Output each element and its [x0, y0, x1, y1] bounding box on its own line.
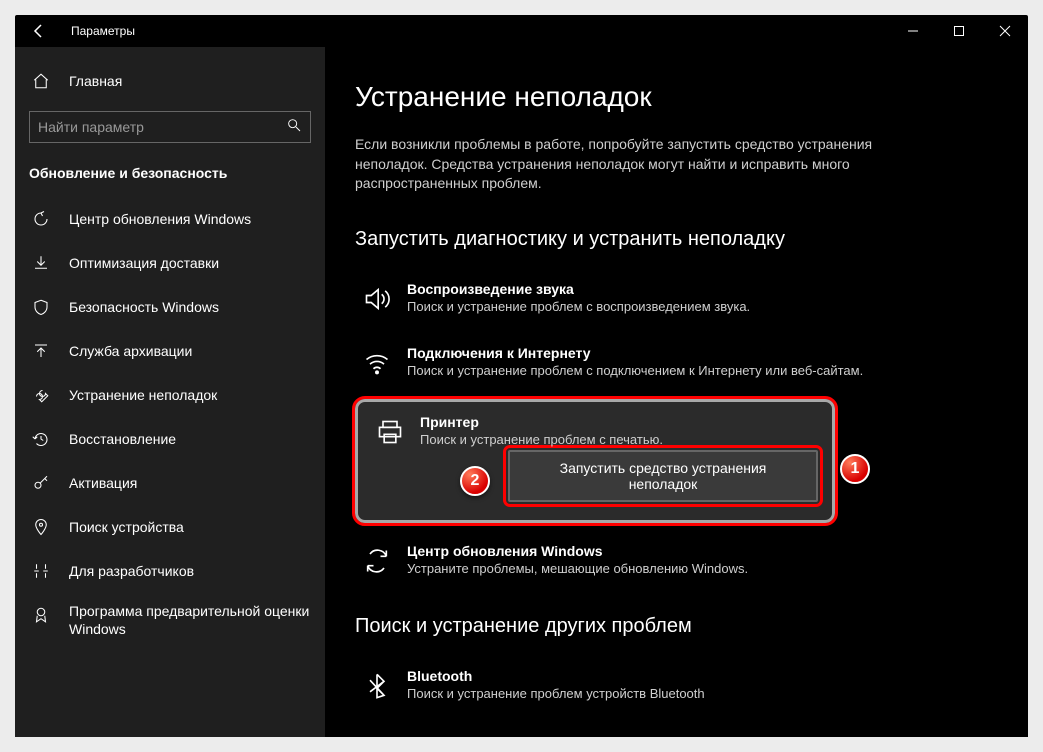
trouble-item-windows-update[interactable]: Центр обновления Windows Устраните пробл…	[355, 533, 998, 589]
trouble-item-bluetooth[interactable]: Bluetooth Поиск и устранение проблем уст…	[355, 658, 998, 714]
sidebar-item-label: Программа предварительной оценки Windows	[69, 603, 311, 638]
trouble-item-title: Принтер	[420, 414, 663, 430]
history-icon	[29, 427, 53, 451]
wifi-icon	[359, 345, 395, 381]
sidebar-item-label: Безопасность Windows	[69, 299, 219, 315]
back-button[interactable]	[29, 21, 49, 41]
tools-icon	[29, 559, 53, 583]
search-input[interactable]	[38, 119, 286, 135]
minimize-button[interactable]	[890, 15, 936, 47]
trouble-item-audio[interactable]: Воспроизведение звука Поиск и устранение…	[355, 271, 998, 327]
trouble-item-desc: Поиск и устранение проблем с подключение…	[407, 363, 863, 378]
sidebar-item-label: Служба архивации	[69, 343, 192, 359]
trouble-item-desc: Поиск и устранение проблем с печатью.	[420, 432, 663, 447]
sidebar-item-recovery[interactable]: Восстановление	[15, 417, 325, 461]
sidebar-item-label: Устранение неполадок	[69, 387, 217, 403]
trouble-item-internet[interactable]: Подключения к Интернету Поиск и устранен…	[355, 335, 998, 391]
sidebar-item-label: Поиск устройства	[69, 519, 184, 535]
location-icon	[29, 515, 53, 539]
sync-icon	[359, 543, 395, 579]
trouble-item-printer-selected[interactable]: Принтер Поиск и устранение проблем с печ…	[355, 399, 835, 523]
trouble-item-desc: Поиск и устранение проблем устройств Blu…	[407, 686, 705, 701]
shield-icon	[29, 295, 53, 319]
annotation-badge-2: 2	[460, 466, 490, 496]
intro-text: Если возникли проблемы в работе, попробу…	[355, 135, 885, 194]
search-input-wrap[interactable]	[29, 111, 311, 143]
trouble-item-title: Подключения к Интернету	[407, 345, 863, 361]
settings-window: Параметры Главная Обновление и безопасно…	[15, 15, 1028, 737]
sidebar-item-windows-update[interactable]: Центр обновления Windows	[15, 197, 325, 241]
annotation-badge-1: 1	[840, 454, 870, 484]
close-button[interactable]	[982, 15, 1028, 47]
sidebar-home[interactable]: Главная	[15, 59, 325, 103]
content-pane: Устранение неполадок Если возникли пробл…	[325, 47, 1028, 737]
sidebar-item-for-developers[interactable]: Для разработчиков	[15, 549, 325, 593]
sidebar-item-label: Восстановление	[69, 431, 176, 447]
sidebar-item-backup[interactable]: Служба архивации	[15, 329, 325, 373]
section-other-title: Поиск и устранение других проблем	[355, 615, 998, 638]
sidebar-item-label: Для разработчиков	[69, 563, 194, 579]
sidebar: Главная Обновление и безопасность Центр …	[15, 47, 325, 737]
trouble-item-title: Bluetooth	[407, 668, 705, 684]
titlebar: Параметры	[15, 15, 1028, 47]
section-diagnostics-title: Запустить диагностику и устранить непола…	[355, 228, 998, 251]
upload-icon	[29, 339, 53, 363]
sidebar-item-insider[interactable]: Программа предварительной оценки Windows	[15, 593, 325, 649]
home-icon	[29, 69, 53, 93]
sidebar-section-label: Обновление и безопасность	[15, 157, 325, 197]
download-icon	[29, 251, 53, 275]
sidebar-home-label: Главная	[69, 73, 122, 89]
page-title: Устранение неполадок	[355, 81, 998, 113]
speaker-icon	[359, 281, 395, 317]
key-icon	[29, 471, 53, 495]
trouble-item-title: Воспроизведение звука	[407, 281, 750, 297]
sidebar-item-label: Центр обновления Windows	[69, 211, 251, 227]
trouble-item-desc: Устраните проблемы, мешающие обновлению …	[407, 561, 748, 576]
maximize-button[interactable]	[936, 15, 982, 47]
insider-icon	[29, 603, 53, 627]
refresh-icon	[29, 207, 53, 231]
search-icon	[286, 117, 302, 138]
trouble-item-desc: Поиск и устранение проблем с воспроизвед…	[407, 299, 750, 314]
wrench-icon	[29, 383, 53, 407]
sidebar-item-label: Оптимизация доставки	[69, 255, 219, 271]
sidebar-item-find-my-device[interactable]: Поиск устройства	[15, 505, 325, 549]
trouble-item-title: Центр обновления Windows	[407, 543, 748, 559]
sidebar-item-troubleshoot[interactable]: Устранение неполадок	[15, 373, 325, 417]
printer-icon	[372, 414, 408, 450]
window-controls	[890, 15, 1028, 47]
run-troubleshooter-button[interactable]: Запустить средство устранения неполадок	[508, 450, 818, 502]
sidebar-item-activation[interactable]: Активация	[15, 461, 325, 505]
window-title: Параметры	[71, 24, 135, 38]
sidebar-item-delivery-optimization[interactable]: Оптимизация доставки	[15, 241, 325, 285]
sidebar-item-windows-security[interactable]: Безопасность Windows	[15, 285, 325, 329]
sidebar-item-label: Активация	[69, 475, 137, 491]
bluetooth-icon	[359, 668, 395, 704]
